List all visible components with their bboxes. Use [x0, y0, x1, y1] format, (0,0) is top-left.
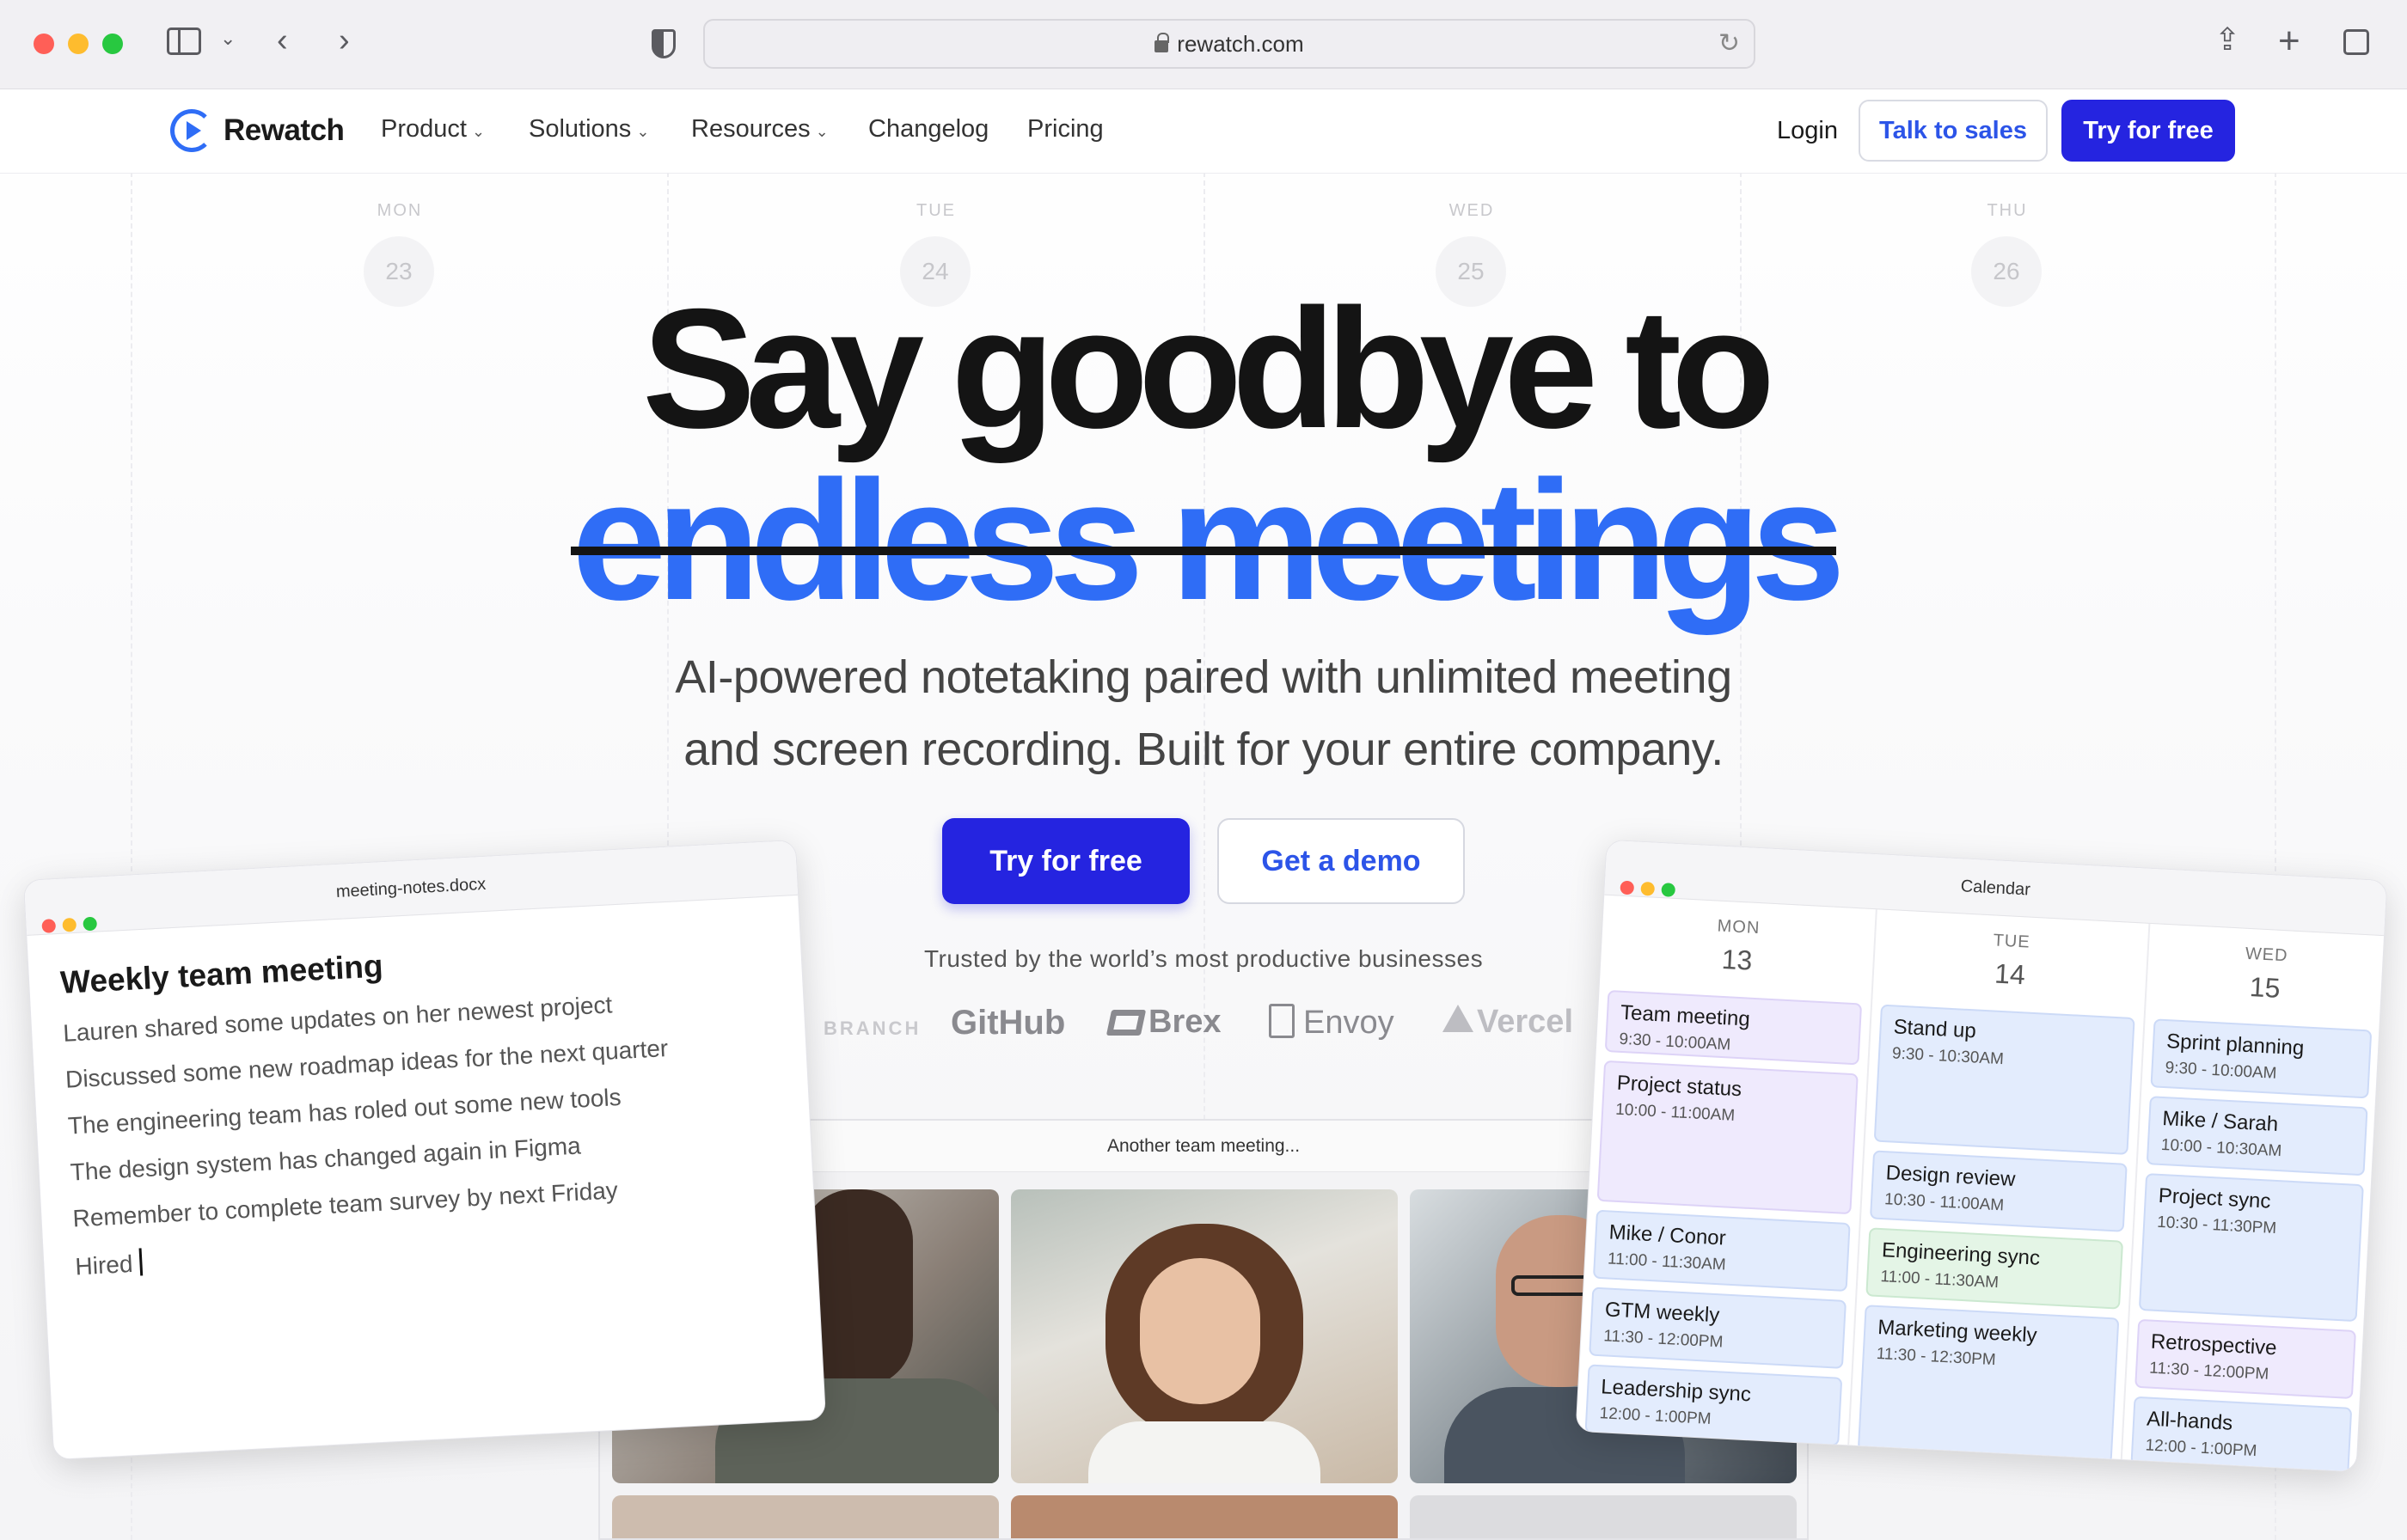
event-gtm-weekly[interactable]: GTM weekly 11:30 - 12:00PM [1589, 1286, 1847, 1369]
calendar-column-mon: MON 13 Team meeting 9:30 - 10:00AM Project… [1576, 895, 1877, 1446]
event-marketing-weekly[interactable]: Marketing weekly 11:30 - 12:30PM [1857, 1305, 2120, 1464]
tab-overview-icon[interactable] [2343, 29, 2369, 55]
calendar-column-wed: WED 15 Sprint planning 9:30 - 10:00AM Mike… [2122, 924, 2386, 1473]
shield-icon[interactable] [652, 29, 676, 58]
event-project-status[interactable]: Project status 10:00 - 11:00AM [1596, 1060, 1859, 1215]
event-engineering-sync[interactable]: Engineering sync 11:00 - 11:30AM [1865, 1227, 2124, 1310]
chevron-down-icon[interactable]: ⌄ [220, 29, 236, 48]
event-sprint-planning[interactable]: Sprint planning 9:30 - 10:00AM [2150, 1018, 2373, 1099]
branch-logo: BRANCH [824, 1018, 922, 1039]
nav-product[interactable]: Product ⌄ [381, 115, 485, 144]
back-icon[interactable]: ‹ [277, 24, 288, 57]
vercel-logo: Vercel [1442, 1004, 1573, 1041]
address-bar[interactable]: rewatch.com ↻ [703, 19, 1755, 69]
forward-icon[interactable]: › [339, 24, 350, 57]
zoom-window-button[interactable] [102, 34, 123, 54]
nav-changelog[interactable]: Changelog [868, 115, 989, 144]
meeting-notes-window: meeting-notes.docx Weekly team meeting L… [22, 839, 827, 1461]
rewatch-logo-icon[interactable] [170, 109, 213, 152]
day-name: MON [377, 201, 423, 220]
calendar-window: Calendar MON 13 Team meeting 9:30 - 10:00A… [1575, 839, 2388, 1473]
chevron-down-icon: ⌄ [636, 123, 650, 140]
sidebar-toggle-icon[interactable] [167, 28, 201, 55]
lock-icon [1155, 33, 1170, 52]
participant-video-4 [612, 1495, 999, 1538]
hero-try-free-button[interactable]: Try for free [942, 818, 1190, 904]
reload-icon[interactable]: ↻ [1718, 21, 1740, 67]
hero-subheadline: AI-powered notetaking paired with unlimi… [0, 641, 2407, 785]
day-name: TUE [916, 201, 956, 220]
event-team-meeting[interactable]: Team meeting 9:30 - 10:00AM [1604, 989, 1863, 1066]
close-window-button[interactable] [34, 34, 54, 54]
subheadline-line2: and screen recording. Built for your ent… [683, 724, 1724, 775]
get-demo-button[interactable]: Get a demo [1217, 818, 1465, 904]
event-mike-sarah[interactable]: Mike / Sarah 10:00 - 10:30AM [2146, 1096, 2368, 1176]
subheadline-line1: AI-powered notetaking paired with unlimi… [675, 651, 1732, 703]
brand-name[interactable]: Rewatch [224, 113, 345, 148]
column-date: 13 [1720, 943, 1754, 976]
strikethrough-line [571, 547, 1836, 555]
zoom-window-button[interactable] [83, 916, 98, 932]
participant-video-5 [1011, 1495, 1398, 1538]
hero-headline-line2: endless meetings [572, 445, 1846, 635]
brex-logo: Brex [1106, 1004, 1222, 1041]
login-link[interactable]: Login [1777, 117, 1838, 145]
browser-toolbar: ⌄ ‹ › rewatch.com ↻ ⇪ + [0, 0, 2407, 89]
minimize-window-button[interactable] [68, 34, 89, 54]
event-stand-up[interactable]: Stand up 9:30 - 10:30AM [1873, 1004, 2135, 1155]
url-text: rewatch.com [1177, 31, 1304, 57]
column-date: 15 [2248, 971, 2281, 1004]
participant-video-6 [1410, 1495, 1797, 1538]
participant-video-2 [1011, 1189, 1398, 1483]
chevron-down-icon: ⌄ [815, 123, 829, 140]
event-project-sync[interactable]: Project sync 10:30 - 11:30PM [2138, 1173, 2364, 1323]
new-tab-icon[interactable]: + [2278, 22, 2300, 60]
chevron-down-icon: ⌄ [471, 123, 486, 140]
nav-resources[interactable]: Resources ⌄ [691, 115, 829, 144]
site-header: Rewatch Product ⌄ Solutions ⌄ Resources ⌄ C… [0, 89, 2407, 174]
github-logo: GitHub [951, 1004, 1066, 1042]
talk-to-sales-button[interactable]: Talk to sales [1859, 100, 2048, 162]
day-name: THU [1987, 201, 2028, 220]
envoy-logo: Envoy [1269, 1004, 1394, 1042]
close-window-button[interactable] [41, 919, 57, 933]
event-retrospective[interactable]: Retrospective 11:30 - 12:00PM [2134, 1318, 2356, 1399]
calendar-title: Calendar [1960, 877, 2031, 900]
calendar-column-tue: TUE 14 Stand up 9:30 - 10:30AM Design revi… [1849, 909, 2151, 1464]
zoom-window-button[interactable] [1661, 883, 1676, 897]
notes-filename: meeting-notes.docx [335, 874, 487, 901]
nav-pricing[interactable]: Pricing [1027, 115, 1104, 144]
event-all-hands[interactable]: All-hands 12:00 - 1:00PM [2130, 1396, 2353, 1473]
day-name: WED [1448, 201, 1495, 220]
minimize-window-button[interactable] [1640, 881, 1656, 896]
event-mike-conor[interactable]: Mike / Conor 11:00 - 11:30AM [1592, 1209, 1851, 1292]
nav-solutions[interactable]: Solutions ⌄ [529, 115, 649, 144]
column-day: WED [2245, 944, 2289, 966]
text-cursor [138, 1248, 144, 1276]
hero-headline-line1: Say goodbye to [641, 273, 1775, 463]
event-design-review[interactable]: Design review 10:30 - 11:00AM [1869, 1150, 2128, 1232]
column-date: 14 [1994, 957, 2026, 991]
nav-try-free-button[interactable]: Try for free [2061, 100, 2235, 162]
share-icon[interactable]: ⇪ [2214, 24, 2240, 55]
event-leadership-sync[interactable]: Leadership sync 12:00 - 1:00PM [1584, 1364, 1843, 1446]
close-window-button[interactable] [1620, 880, 1635, 895]
minimize-window-button[interactable] [62, 917, 77, 932]
